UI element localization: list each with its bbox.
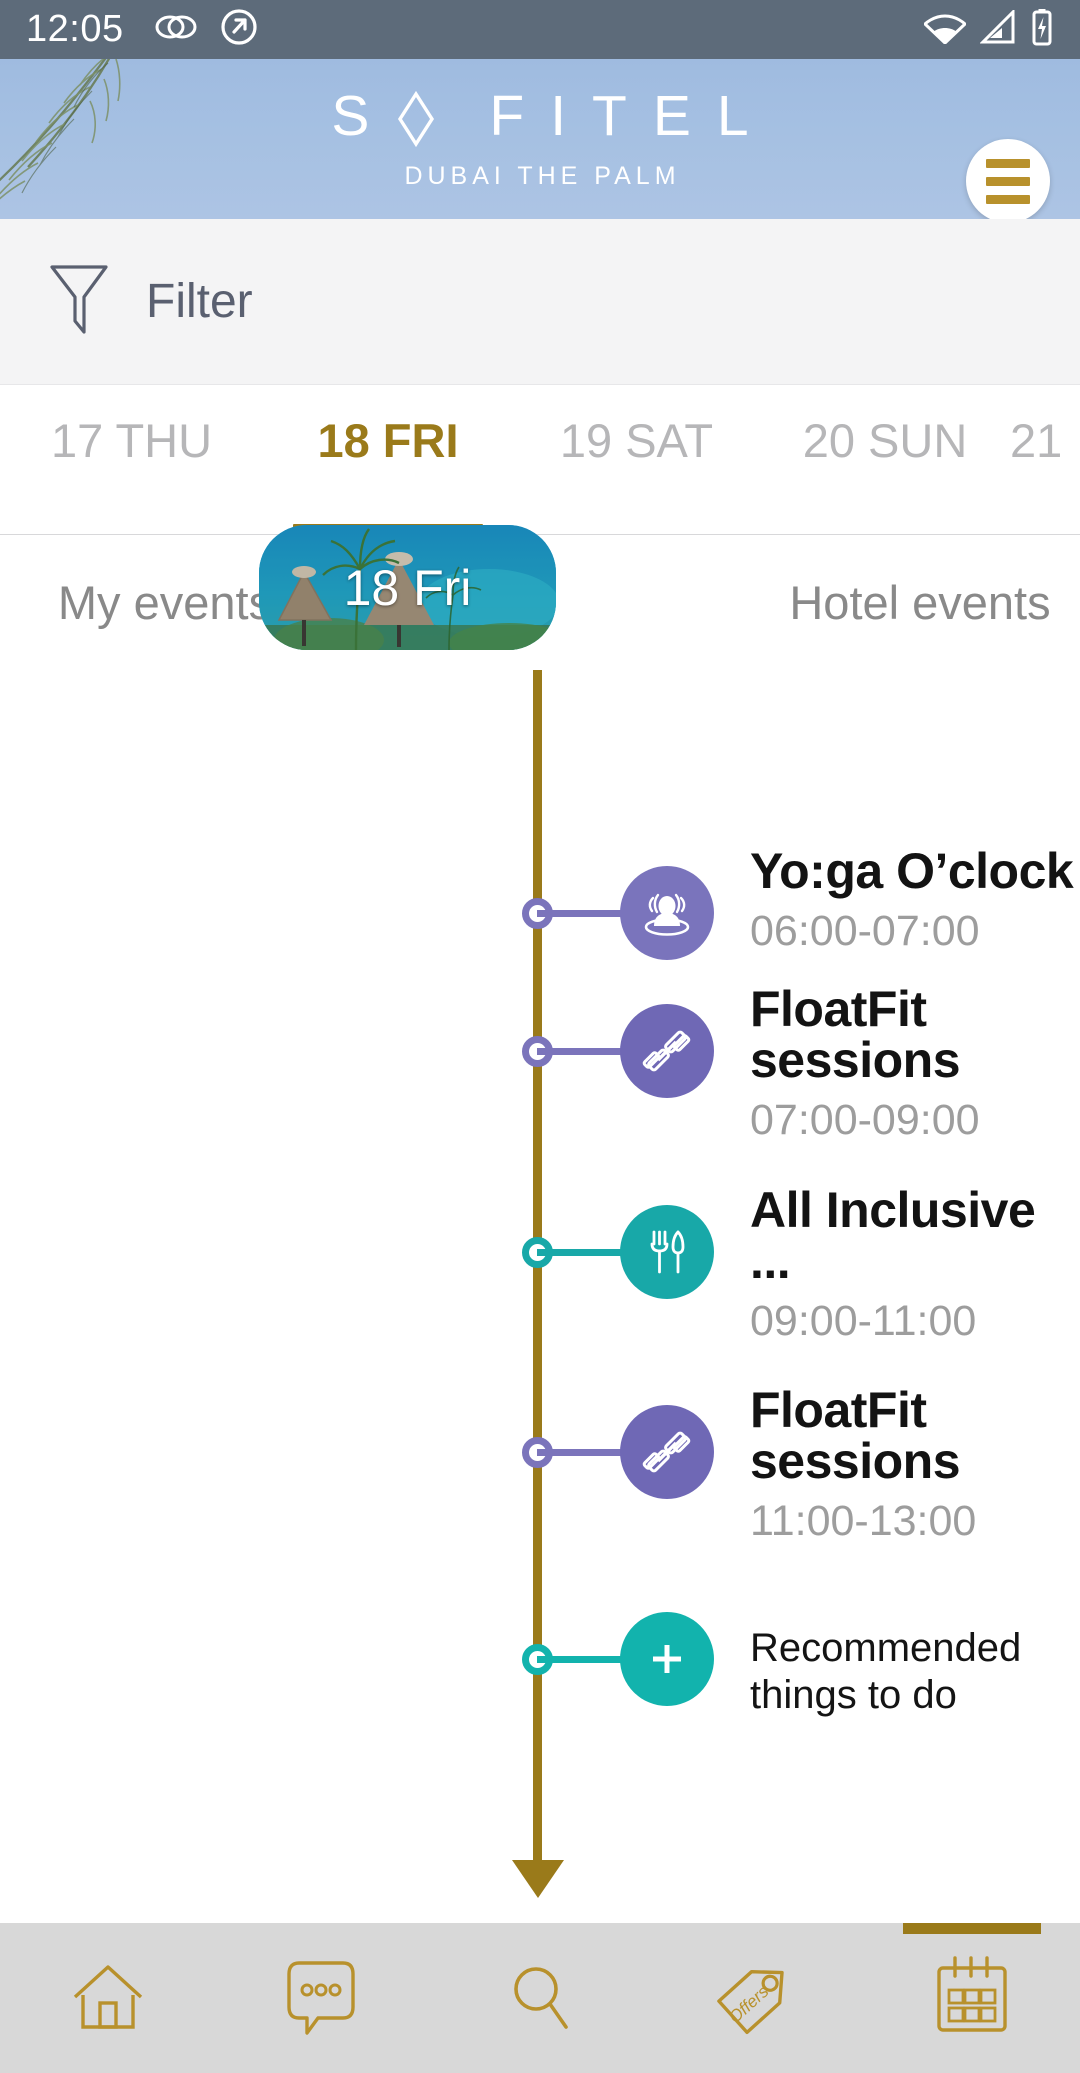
timeline-event-0[interactable]: Yo:ga O’clock 06:00-07:00: [0, 670, 1080, 960]
day-tabs[interactable]: 17 THU 18 FRI 19 SAT 20 SUN 21: [0, 385, 1080, 535]
day-tab-label-0: 17 THU: [50, 414, 213, 467]
fork-knife-icon[interactable]: [620, 1205, 714, 1299]
offers-tag-icon: Offers: [711, 1953, 801, 2044]
nav-active-indicator: [902, 1923, 1042, 1934]
calendar-icon: [931, 1954, 1013, 2043]
nav-item-home[interactable]: [0, 1923, 216, 2073]
brand-letters-fitel: FITEL: [489, 84, 775, 148]
home-icon: [69, 1957, 147, 2040]
timeline-event-time-1: 07:00-09:00: [750, 1096, 980, 1144]
hotel-location-label: DUBAI THE PALM: [404, 161, 681, 190]
nav-item-chat[interactable]: [216, 1923, 432, 2073]
dumbbell-icon[interactable]: [620, 1405, 714, 1499]
nav-item-offers[interactable]: Offers: [648, 1923, 864, 2073]
dumbbell-icon[interactable]: [620, 1004, 714, 1098]
menu-bar-2: [986, 176, 1030, 186]
brand-logo-text: S FITEL: [305, 84, 775, 148]
events-timeline: Yo:ga O’clock 06:00-07:00 FloatFit sessi…: [0, 670, 1080, 1900]
timeline-spine: [533, 670, 542, 1866]
day-tab-2[interactable]: 19 SAT: [513, 385, 760, 533]
timeline-end-arrow: [512, 1860, 564, 1898]
day-hero-card[interactable]: 18 Fri: [259, 525, 556, 650]
hotel-brand-header: S FITEL DUBAI THE PALM: [0, 59, 1080, 219]
status-bar-clock: 12:05: [26, 8, 124, 50]
at-sign-circle-icon: [220, 8, 258, 51]
day-tab-label-1: 18 FRI: [317, 414, 459, 467]
day-tab-0[interactable]: 17 THU: [0, 385, 263, 533]
day-tab-3[interactable]: 20 SUN: [760, 385, 1010, 533]
brand-diamond-o: [395, 88, 437, 147]
hamburger-menu-icon[interactable]: [966, 139, 1050, 219]
timeline-event-title-1: FloatFit sessions: [750, 981, 961, 1088]
events-columns-header: My events 18 Fri Hotel events: [0, 525, 1080, 670]
timeline-add-title: Recommended things to do: [750, 1626, 1022, 1718]
day-tab-label-3: 20 SUN: [802, 414, 968, 467]
timeline-add-text: Recommended things to do: [750, 1625, 1080, 1719]
app-screen: 12:05 S FITEL DUBAI THE PALM Filter 17 T…: [0, 0, 1080, 2073]
timeline-event-title-3: FloatFit sessions: [750, 1382, 961, 1489]
timeline-event-title-2: All Inclusive ...: [750, 1182, 1036, 1289]
day-tab-label-4: 21: [1010, 414, 1063, 467]
timeline-event-text-3: FloatFit sessions 11:00-13:00: [750, 1385, 1080, 1546]
spa-yoga-icon[interactable]: [620, 866, 714, 960]
filter-bar[interactable]: Filter: [0, 219, 1080, 385]
day-tab-label-2: 19 SAT: [559, 414, 714, 467]
search-icon: [504, 1957, 576, 2040]
nav-item-calendar[interactable]: [864, 1923, 1080, 2073]
timeline-event-time-3: 11:00-13:00: [750, 1497, 977, 1545]
nav-item-search[interactable]: [432, 1923, 648, 2073]
filter-label: Filter: [146, 275, 253, 328]
day-tab-1[interactable]: 18 FRI: [263, 385, 513, 533]
menu-bar-1: [986, 158, 1030, 168]
timeline-event-text-0: Yo:ga O’clock 06:00-07:00: [750, 846, 1080, 956]
plus-icon[interactable]: [620, 1612, 714, 1706]
brand-letter-s: S: [331, 84, 396, 148]
funnel-filter-icon: [48, 261, 110, 342]
battery-charging-icon: [1030, 8, 1054, 51]
timeline-event-text-2: All Inclusive ... 09:00-11:00: [750, 1185, 1080, 1346]
timeline-event-time-0: 06:00-07:00: [750, 907, 980, 955]
day-tab-4[interactable]: 21: [1010, 385, 1080, 533]
cellular-signal-icon: [979, 8, 1016, 49]
status-bar: 12:05: [0, 0, 1080, 59]
link-contacts-icon: [154, 12, 198, 47]
chat-bubble-icon: [285, 1955, 363, 2042]
menu-bar-3: [986, 194, 1030, 204]
timeline-event-title-0: Yo:ga O’clock: [750, 843, 1074, 899]
hotel-events-column-label: Hotel events: [789, 576, 1051, 630]
timeline-event-text-1: FloatFit sessions 07:00-09:00: [750, 984, 1080, 1145]
wifi-icon: [922, 10, 968, 49]
day-hero-card-label: 18 Fri: [343, 559, 472, 616]
timeline-event-time-2: 09:00-11:00: [750, 1297, 977, 1345]
bottom-navigation-bar[interactable]: Offers: [0, 1923, 1080, 2073]
